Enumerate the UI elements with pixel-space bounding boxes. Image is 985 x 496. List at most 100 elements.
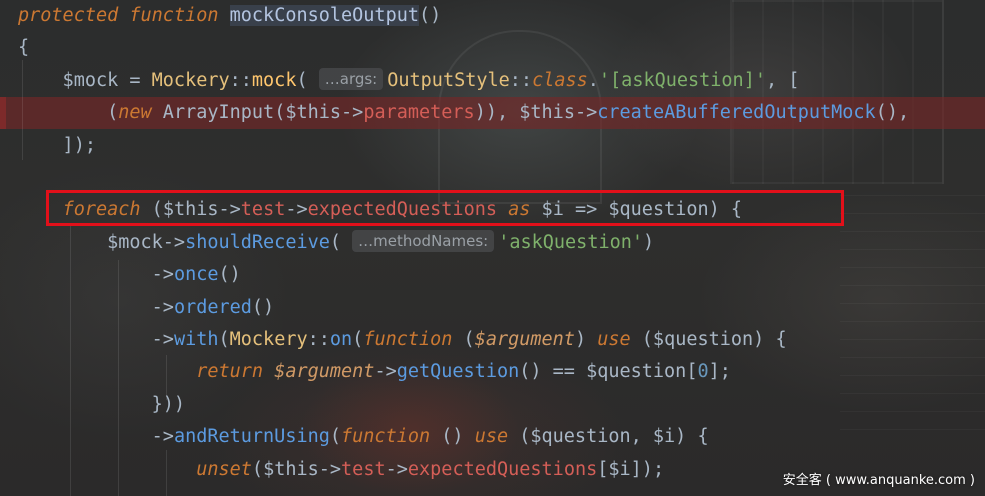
code-token: createABufferedOutputMock: [597, 102, 876, 124]
code-token: (): [430, 426, 475, 448]
code-line[interactable]: ->andReturnUsing(function () use ($quest…: [0, 421, 985, 453]
code-token: {: [18, 37, 30, 59]
code-token: function: [363, 329, 453, 350]
code-token: ): [643, 231, 655, 253]
code-token: $argument: [274, 361, 375, 383]
foreach-highlight-box: [46, 190, 844, 226]
code-token: 'askQuestion': [498, 231, 644, 253]
code-token: ->: [18, 296, 174, 318]
code-token: $this: [285, 102, 342, 124]
code-token: Mockery: [229, 329, 308, 350]
code-token: ArrayInput(: [151, 102, 286, 124]
code-line[interactable]: (new ArrayInput($this->parameters)), $th…: [0, 97, 985, 130]
code-token: ::: [229, 69, 252, 91]
code-line[interactable]: protected function mockConsoleOutput(): [0, 0, 985, 32]
code-token: (): [218, 264, 241, 286]
code-token: on: [329, 329, 353, 350]
code-token: function: [341, 426, 431, 448]
code-token: (): [251, 296, 275, 318]
code-token: andReturnUsing: [173, 426, 330, 448]
code-token: shouldReceive: [185, 231, 330, 253]
code-line-content: {: [18, 32, 29, 64]
code-token: })): [18, 393, 186, 415]
code-line[interactable]: ->ordered(): [0, 292, 985, 324]
code-token: (: [218, 329, 230, 350]
code-token: protected: [18, 5, 119, 26]
code-line-content: ]);: [18, 130, 96, 162]
code-token: Mockery: [151, 69, 230, 91]
code-token: (),: [875, 102, 910, 124]
code-token: 0: [697, 361, 709, 383]
code-token: ->: [318, 458, 342, 480]
code-token: return: [196, 361, 264, 383]
code-token: ::: [307, 329, 330, 350]
code-line-content: ->once(): [18, 259, 241, 291]
code-line-content: return $argument->getQuestion() == $ques…: [18, 356, 731, 388]
code-token: () == $question[: [519, 361, 698, 383]
code-token: ($question) {: [630, 329, 787, 350]
watermark: 安全客 ( www.anquanke.com ): [782, 473, 975, 488]
indent-guide: [118, 260, 119, 496]
code-token: (: [329, 231, 353, 253]
code-token: ->: [18, 264, 174, 286]
parameter-hint: …methodNames:: [352, 229, 495, 252]
code-line[interactable]: $mock->shouldReceive( …methodNames:'askQ…: [0, 227, 985, 259]
code-token: getQuestion: [396, 361, 520, 383]
code-token: , [: [765, 69, 800, 91]
indent-guide: [166, 450, 167, 496]
code-token: new: [118, 102, 152, 124]
code-token: OutputStyle: [387, 69, 510, 91]
code-token: $this: [263, 458, 319, 480]
code-token: $this: [519, 102, 575, 124]
code-token: once: [173, 264, 219, 286]
code-token: ->: [374, 361, 397, 383]
code-token: ($question, $i) {: [508, 426, 709, 448]
code-token: ::: [509, 69, 533, 91]
code-line-content: $mock = Mockery::mock( …args: OutputStyle…: [18, 65, 799, 97]
code-line[interactable]: ->once(): [0, 259, 985, 291]
code-line[interactable]: })): [0, 389, 985, 421]
code-token: use: [597, 329, 631, 350]
code-token: .: [587, 69, 599, 91]
code-line-content: ->ordered(): [18, 292, 275, 324]
code-line[interactable]: ]);: [0, 130, 985, 162]
code-token: ->: [574, 102, 598, 124]
code-token: (: [251, 458, 264, 480]
code-line[interactable]: return $argument->getQuestion() == $ques…: [0, 356, 985, 388]
code-line-content: ->with(Mockery::on(function ($argument) …: [18, 324, 787, 356]
code-line-content: unset($this->test->expectedQuestions[$i]…: [18, 454, 664, 486]
code-line[interactable]: {: [0, 32, 985, 64]
code-editor[interactable]: protected function mockConsoleOutput(){ …: [0, 0, 985, 496]
code-token: ordered: [173, 296, 252, 318]
code-line[interactable]: $mock = Mockery::mock( …args: OutputStyle…: [0, 65, 985, 97]
code-token: mockConsoleOutput: [229, 5, 419, 26]
code-token: with: [173, 329, 219, 350]
code-token: '[askQuestion]': [598, 69, 766, 91]
code-token: unset: [196, 458, 252, 480]
code-token: (: [18, 102, 119, 124]
code-token: ];: [708, 361, 731, 383]
code-token: ]);: [18, 134, 96, 156]
code-token: (: [352, 329, 364, 350]
code-token: ->: [341, 102, 364, 124]
code-token: (: [296, 69, 319, 91]
code-token: function: [129, 5, 219, 26]
code-token: ->: [18, 426, 174, 448]
code-line[interactable]: ->with(Mockery::on(function ($argument) …: [0, 324, 985, 356]
code-token: use: [474, 426, 509, 448]
code-token: [$i]);: [597, 458, 665, 480]
code-token: (: [452, 329, 475, 350]
indent-guide: [166, 355, 167, 400]
code-line-content: ->andReturnUsing(function () use ($quest…: [18, 421, 709, 453]
indent-guide: [70, 225, 71, 496]
code-token: test: [341, 458, 386, 480]
code-token: ): [574, 329, 598, 350]
code-token: expectedQuestions: [407, 458, 598, 480]
code-token: (): [419, 5, 442, 26]
indent-guide: [22, 60, 23, 160]
code-line-content: $mock->shouldReceive( …methodNames:'askQ…: [18, 227, 654, 259]
